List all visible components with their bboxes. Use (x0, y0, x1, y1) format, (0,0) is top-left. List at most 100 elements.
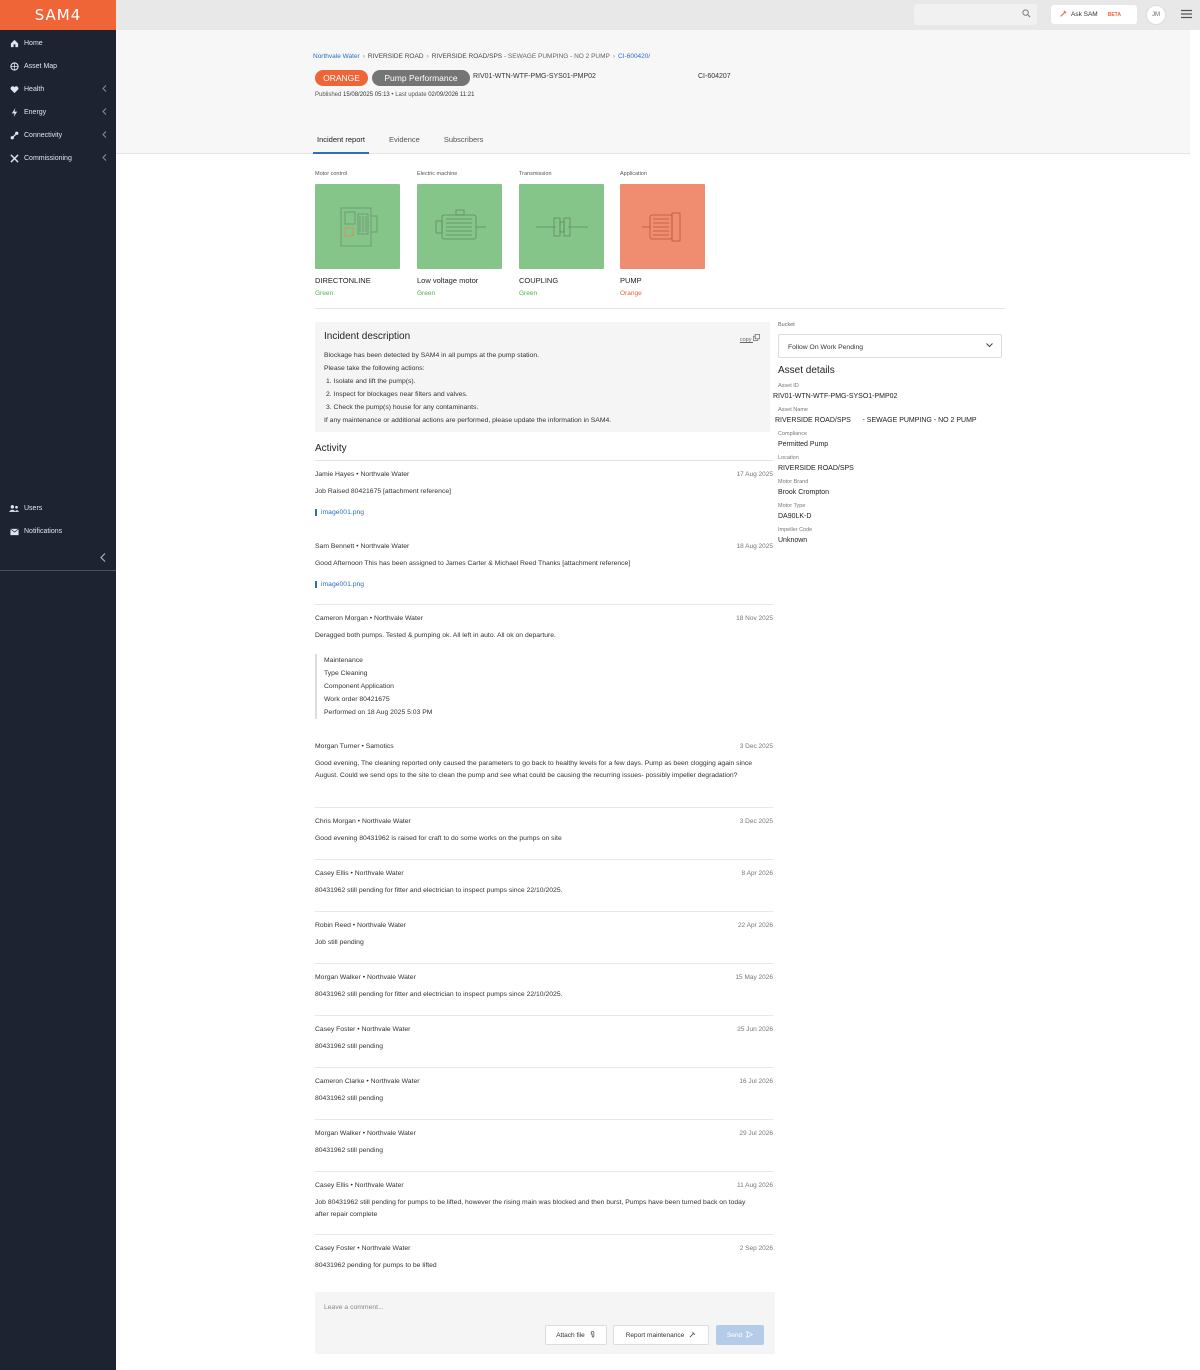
tab-bar: Incident report Evidence Subscribers (313, 135, 503, 154)
entry-author: Casey Foster • Northvale Water (315, 1026, 411, 1033)
sparkle-icon (1059, 9, 1067, 20)
sidebar-item-label: Connectivity (24, 132, 63, 139)
coupling-icon (535, 217, 588, 236)
attach-label: Attach file (556, 1331, 585, 1339)
entry-message: 80431962 still pending (315, 1095, 384, 1102)
tab-subscribers[interactable]: Subscribers (440, 135, 488, 154)
maintenance-line: Maintenance (324, 657, 363, 664)
send-button[interactable]: Send (716, 1325, 764, 1345)
entry-date: 18 Aug 2025 (736, 543, 773, 550)
component-electric-machine[interactable]: Electric machine Low voltage motor Green (417, 171, 503, 297)
file-icon (315, 581, 317, 588)
sidebar-item-users[interactable]: Users (0, 497, 116, 520)
hamburger-menu-icon[interactable] (1181, 9, 1192, 21)
sidebar-item-home[interactable]: Home (0, 32, 116, 55)
copy-button[interactable]: copy (740, 334, 760, 343)
entry-message: Job still pending (315, 939, 364, 946)
sidebar-bottom-nav: Users Notifications (0, 497, 116, 543)
entry-message: Good evening, The cleaning reported only… (315, 760, 753, 779)
breadcrumb-station[interactable]: RIVERSIDE ROAD/SPS (432, 53, 502, 60)
ask-sam-button[interactable]: Ask SAM BETA (1051, 5, 1137, 24)
attachment-name: image001.png (321, 509, 365, 516)
component-name: PUMP (620, 276, 642, 285)
ask-sam-label: Ask SAM (1071, 11, 1098, 18)
sidebar-item-label: Health (24, 86, 45, 93)
component-motor-control[interactable]: Motor control DIRECTONLINE Green (315, 171, 401, 297)
field-key: Asset Name (778, 407, 808, 413)
breadcrumb: Northvale Water › RIVERSIDE ROAD › RIVERSIDE… (313, 53, 651, 60)
sidebar-collapse-button[interactable] (0, 544, 116, 571)
sidebar-item-health[interactable]: Health (0, 78, 116, 101)
asset-code: RIV01-WTN-WTF-PMG-SYS01-PMP02 (473, 73, 596, 80)
comment-placeholder[interactable]: Leave a comment... (324, 1304, 384, 1311)
incident-line: If any maintenance or additional actions… (324, 417, 612, 424)
breadcrumb-site[interactable]: RIVERSIDE ROAD (368, 53, 424, 60)
component-category: Electric machine (417, 171, 458, 177)
entry-date: 17 Aug 2025 (736, 471, 773, 478)
search-input[interactable] (914, 4, 1037, 25)
chevron-down-icon (986, 343, 993, 350)
entry-message: 80431962 still pending (315, 1043, 384, 1050)
incident-line: Blockage has been detected by SAM4 in al… (324, 352, 539, 359)
entry-author: Morgan Walker • Northvale Water (315, 1130, 416, 1137)
sidebar-item-energy[interactable]: Energy (0, 101, 116, 124)
report-maintenance-button[interactable]: Report maintenance (613, 1325, 709, 1345)
activity-title: Activity (315, 443, 347, 454)
bucket-select[interactable]: Follow On Work Pending (778, 334, 1002, 358)
tab-evidence[interactable]: Evidence (385, 135, 424, 154)
tab-incident-report[interactable]: Incident report (313, 135, 369, 154)
breadcrumb-org[interactable]: Northvale Water (313, 53, 360, 60)
activity-entry: Morgan Walker • Northvale Water 29 Jul 2… (315, 1130, 773, 1172)
sam4-logo[interactable]: SAM4 (0, 0, 116, 30)
comment-box[interactable]: Leave a comment... Attach file Report ma… (315, 1292, 775, 1354)
entry-date: 8 Apr 2026 (741, 870, 773, 877)
maintenance-line: Performed on 18 Aug 2025 5:03 PM (324, 709, 433, 716)
component-application[interactable]: Application PUMP Orange (620, 171, 706, 297)
attach-file-button[interactable]: Attach file (545, 1325, 607, 1345)
entry-date: 16 Jul 2026 (739, 1078, 773, 1085)
send-icon (745, 1330, 754, 1340)
sidebar-item-connectivity[interactable]: Connectivity (0, 124, 116, 147)
divider (315, 460, 773, 461)
entry-date: 22 Apr 2026 (737, 922, 773, 929)
asset-field: Asset Name RIVERSIDE ROAD/SPS - SEWAGE P… (775, 407, 1002, 424)
maintenance-line: Component Application (324, 683, 394, 690)
entry-author: Robin Reed • Northvale Water (315, 922, 406, 929)
component-status: Green (417, 290, 436, 297)
activity-entry: Casey Foster • Northvale Water 25 Jun 20… (315, 1026, 773, 1068)
sidebar-item-commissioning[interactable]: Commissioning (0, 147, 116, 170)
sidebar-item-asset-map[interactable]: Asset Map (0, 55, 116, 78)
sidebar-item-notifications[interactable]: Notifications (0, 520, 116, 543)
entry-author: Morgan Turner • Samotics (315, 743, 394, 750)
status-badge: ORANGE (315, 70, 368, 86)
avatar[interactable]: JM (1146, 5, 1166, 25)
sidebar-item-label: Commissioning (24, 155, 72, 162)
copy-icon (753, 334, 760, 343)
sidebar-item-label: Home (24, 40, 43, 47)
component-transmission[interactable]: Transmission COUPLING Green (519, 171, 605, 297)
entry-message: 80431962 pending for pumps to be lifted (315, 1262, 437, 1269)
heart-icon (9, 85, 19, 95)
entry-message: Job Raised 80421675 [attachment referenc… (315, 488, 452, 495)
component-tile (519, 184, 604, 269)
component-name: COUPLING (519, 276, 559, 285)
publish-info: Published 15/08/2025 05:13 • Last update… (315, 92, 475, 98)
attachment-link[interactable]: image001.png (315, 509, 773, 516)
motor-control-cabinet-icon (340, 207, 377, 246)
page-header: Northvale Water › RIVERSIDE ROAD › RIVERSIDE… (116, 30, 1190, 154)
update-label: Last update (395, 92, 427, 98)
component-category: Motor control (315, 171, 348, 177)
activity-entry: Morgan Walker • Northvale Water 15 May 2… (315, 974, 773, 1016)
entry-author: Casey Ellis • Northvale Water (315, 870, 404, 877)
category-badge: Pump Performance (372, 70, 470, 86)
activity-entry: Sam Bennett • Northvale Water 18 Aug 202… (315, 543, 773, 605)
attachment-link[interactable]: image001.png (315, 581, 773, 588)
field-value: Permitted Pump (778, 441, 829, 448)
bucket-label: Bucket (778, 322, 795, 328)
breadcrumb-ci[interactable]: CI-600420/ (618, 53, 650, 60)
component-tile (315, 184, 400, 269)
chevron-left-icon (102, 131, 107, 140)
beta-badge: BETA (1107, 11, 1121, 18)
asset-field: Impeller Code Unknown (778, 527, 1002, 544)
entry-date: 15 May 2026 (735, 974, 773, 981)
